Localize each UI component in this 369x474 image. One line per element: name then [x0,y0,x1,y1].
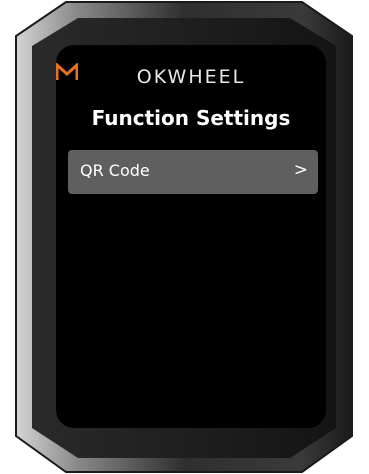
brand-logo-text: OKWHEEL [136,66,246,88]
page-title: Function Settings [91,106,291,130]
device-frame: OKWHEEL Function Settings QR Code > [0,0,369,474]
brand-logo: OKWHEEL [56,63,326,91]
menu-item-label: QR Code [80,161,150,180]
chevron-right-icon: > [293,160,308,180]
mokwheel-logo-icon [56,63,78,80]
display-screen: OKWHEEL Function Settings QR Code > [56,45,326,428]
menu-item-qr-code[interactable]: QR Code > [68,150,318,194]
